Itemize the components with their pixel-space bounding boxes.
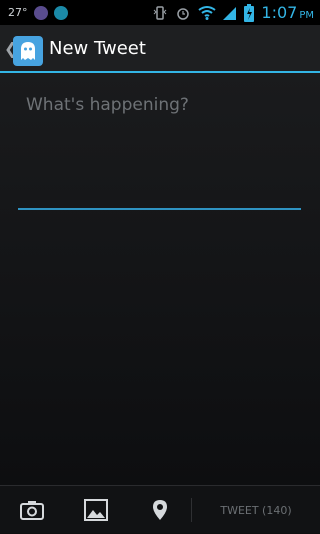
time-text: 1:07 xyxy=(261,3,298,22)
action-bar: ❮ New Tweet xyxy=(0,25,320,73)
status-left: 27° xyxy=(8,0,68,25)
toolbar-divider xyxy=(191,498,192,522)
compose-area xyxy=(0,73,320,485)
page-title: New Tweet xyxy=(49,38,146,59)
image-button[interactable] xyxy=(74,486,118,534)
camera-icon xyxy=(20,501,44,520)
alarm-icon xyxy=(177,7,190,20)
app-ghost-icon[interactable] xyxy=(13,36,43,66)
location-button[interactable] xyxy=(138,486,182,534)
image-icon xyxy=(84,499,108,521)
notification-dot-icon xyxy=(53,5,68,20)
battery-charging-icon xyxy=(244,3,255,22)
camera-button[interactable] xyxy=(10,486,54,534)
tweet-input[interactable] xyxy=(18,73,301,210)
status-bar: 27° 1:07 PM xyxy=(0,0,320,25)
tweet-button[interactable]: TWEET (140) xyxy=(200,486,312,534)
vibrate-icon xyxy=(154,5,167,20)
status-right: 1:07 PM xyxy=(152,0,314,25)
wifi-icon xyxy=(198,5,216,20)
location-pin-icon xyxy=(153,500,167,520)
bottom-toolbar: TWEET (140) xyxy=(0,485,320,533)
signal-icon xyxy=(223,6,237,20)
weather-app-icon xyxy=(33,5,48,20)
time-ampm: PM xyxy=(299,10,314,21)
temperature-text: 27° xyxy=(8,6,28,19)
